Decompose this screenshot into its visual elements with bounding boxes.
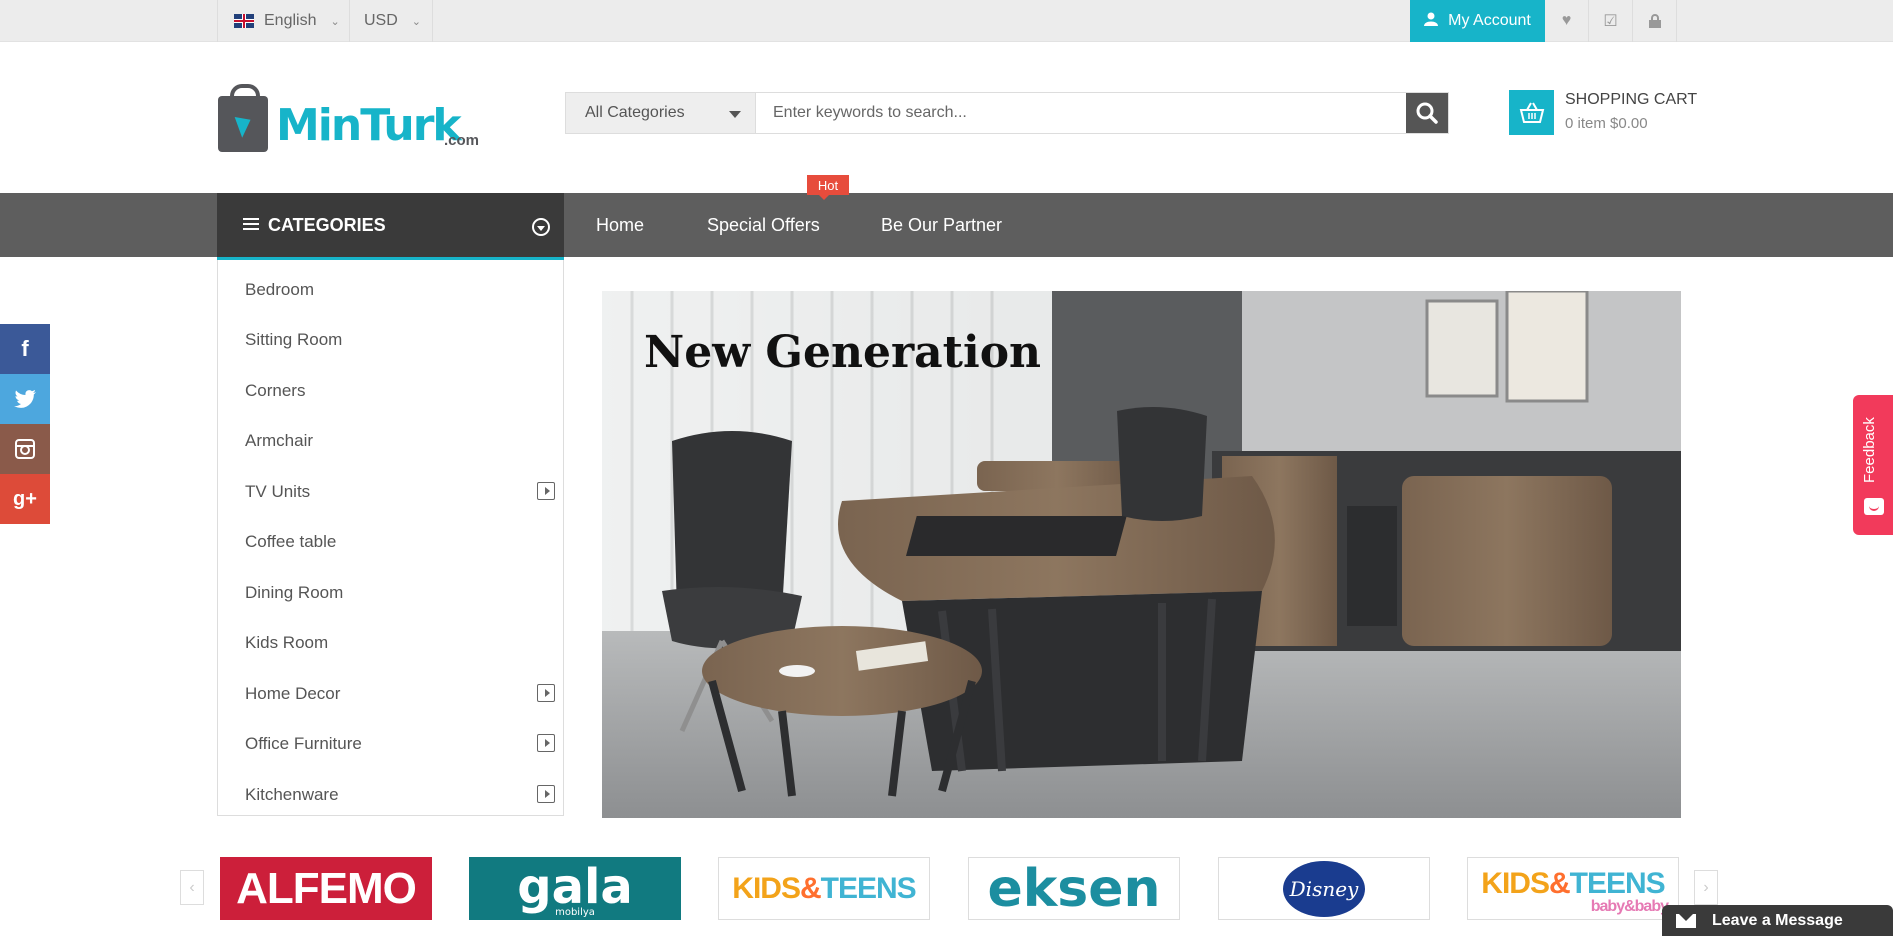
category-label: Dining Room [245, 583, 344, 602]
cart-title: SHOPPING CART [1565, 91, 1698, 108]
search-bar: All Categories [565, 92, 1449, 134]
brand-text: TEENS [820, 871, 917, 905]
expand-submenu-icon[interactable] [537, 482, 555, 500]
hot-badge: Hot [807, 175, 849, 200]
brand-text: TEENS [1569, 866, 1666, 900]
language-selector[interactable]: English ⌄ [217, 0, 349, 42]
brand-text: KIDS [732, 871, 801, 905]
search-icon [1416, 102, 1438, 124]
category-label: Coffee table [245, 532, 337, 551]
leave-message-label: Leave a Message [1712, 911, 1843, 929]
nav-link-be-our-partner[interactable]: Be Our Partner [881, 193, 1002, 257]
caret-down-icon [729, 111, 741, 118]
category-item-coffee-table[interactable]: Coffee table [245, 517, 555, 567]
category-label: Corners [245, 381, 306, 400]
envelope-icon [1676, 913, 1696, 928]
nav-link-special-offers[interactable]: Special Offers [707, 193, 820, 257]
list-icon [243, 218, 259, 232]
facebook-icon[interactable]: f [0, 324, 50, 374]
brand-text: Disney [1283, 860, 1365, 917]
chevron-circle-down-icon [532, 218, 550, 236]
smiley-chat-icon [1864, 498, 1884, 515]
category-item-tv-units[interactable]: TV Units [245, 467, 555, 517]
shopping-bag-logo-icon [218, 84, 268, 152]
logo-text: MinTurk [276, 100, 462, 151]
my-account-label: My Account [1448, 12, 1531, 29]
my-account-button[interactable]: My Account [1410, 0, 1545, 42]
category-item-sitting-room[interactable]: Sitting Room [245, 315, 555, 365]
brand-logo-eksen[interactable]: eksen [968, 857, 1180, 920]
shopping-cart[interactable]: SHOPPING CART 0 item $0.00 [1509, 88, 1699, 138]
category-item-corners[interactable]: Corners [245, 366, 555, 416]
category-label: Office Furniture [245, 734, 362, 753]
brand-logo-alfemo[interactable]: ALFEMO [220, 857, 432, 920]
category-label: Home Decor [245, 684, 341, 703]
language-label: English [264, 12, 317, 29]
category-item-home-decor[interactable]: Home Decor [245, 669, 555, 719]
cart-summary: 0 item $0.00 [1565, 115, 1648, 132]
google-plus-icon[interactable]: g+ [0, 474, 50, 524]
search-input[interactable] [756, 93, 1406, 133]
basket-icon [1509, 90, 1554, 135]
site-logo[interactable]: MinTurk .com [216, 84, 491, 154]
search-category-label: All Categories [585, 104, 685, 121]
categories-toggle[interactable]: CATEGORIES [217, 193, 564, 260]
lock-icon[interactable] [1633, 0, 1677, 42]
uk-flag-icon [234, 14, 254, 28]
category-label: Kids Room [245, 633, 329, 652]
checklist-icon[interactable]: ☑ [1589, 0, 1633, 42]
top-bar: English ⌄ USD ⌄ My Account ♥ ☑ [0, 0, 1893, 42]
category-item-dining-room[interactable]: Dining Room [245, 568, 555, 618]
category-label: Kitchenware [245, 785, 339, 804]
currency-label: USD [364, 12, 398, 29]
brand-logo-gala[interactable]: gala mobilya [469, 857, 681, 920]
instagram-icon[interactable] [0, 424, 50, 474]
brand-text: KIDS [1481, 866, 1550, 900]
brand-text: eksen [987, 858, 1161, 919]
category-label: Armchair [245, 431, 314, 450]
nav-link-home[interactable]: Home [596, 193, 644, 257]
category-item-kitchenware[interactable]: Kitchenware [245, 770, 555, 820]
category-item-bedroom[interactable]: Bedroom [245, 265, 555, 315]
search-category-select[interactable]: All Categories [566, 93, 756, 133]
category-item-office-furniture[interactable]: Office Furniture [245, 719, 555, 769]
expand-submenu-icon[interactable] [537, 734, 555, 752]
banner-headline: New Generation [644, 327, 1042, 378]
chevron-down-icon: ⌄ [330, 15, 340, 28]
search-button[interactable] [1406, 93, 1448, 133]
brand-text: & [799, 871, 822, 905]
user-icon [1424, 12, 1439, 30]
category-label: Sitting Room [245, 330, 343, 349]
chevron-down-icon: ⌄ [411, 15, 421, 28]
brand-logo-disney[interactable]: Disney [1218, 857, 1430, 920]
brand-logo-kids-and-teens[interactable]: KIDS & TEENS [718, 857, 930, 920]
brand-logo-kids-and-teens-baby[interactable]: KIDS&TEENS baby&baby [1467, 857, 1679, 920]
category-item-kids-room[interactable]: Kids Room [245, 618, 555, 668]
expand-submenu-icon[interactable] [537, 684, 555, 702]
twitter-icon[interactable] [0, 374, 50, 424]
brand-text: & [1548, 866, 1571, 900]
brands-prev-button[interactable]: ‹ [180, 870, 204, 905]
leave-message-chat[interactable]: Leave a Message [1662, 905, 1893, 936]
wishlist-heart-icon[interactable]: ♥ [1545, 0, 1589, 42]
feedback-tab[interactable]: Feedback [1853, 395, 1893, 535]
categories-label: CATEGORIES [268, 214, 386, 235]
feedback-label: Feedback [1861, 417, 1878, 483]
brand-subtext: mobilya [555, 907, 595, 918]
brand-text: ALFEMO [236, 863, 417, 913]
brands-next-button[interactable]: › [1694, 870, 1718, 905]
category-label: TV Units [245, 482, 311, 501]
logo-suffix: .com [444, 132, 480, 149]
category-item-armchair[interactable]: Armchair [245, 416, 555, 466]
category-label: Bedroom [245, 280, 314, 299]
currency-selector[interactable]: USD ⌄ [349, 0, 433, 42]
category-sidebar: Bedroom Sitting Room Corners Armchair TV… [217, 260, 564, 816]
brand-subtext: baby&baby [1590, 897, 1669, 915]
hero-banner[interactable]: New Generation [602, 291, 1681, 818]
expand-submenu-icon[interactable] [537, 785, 555, 803]
